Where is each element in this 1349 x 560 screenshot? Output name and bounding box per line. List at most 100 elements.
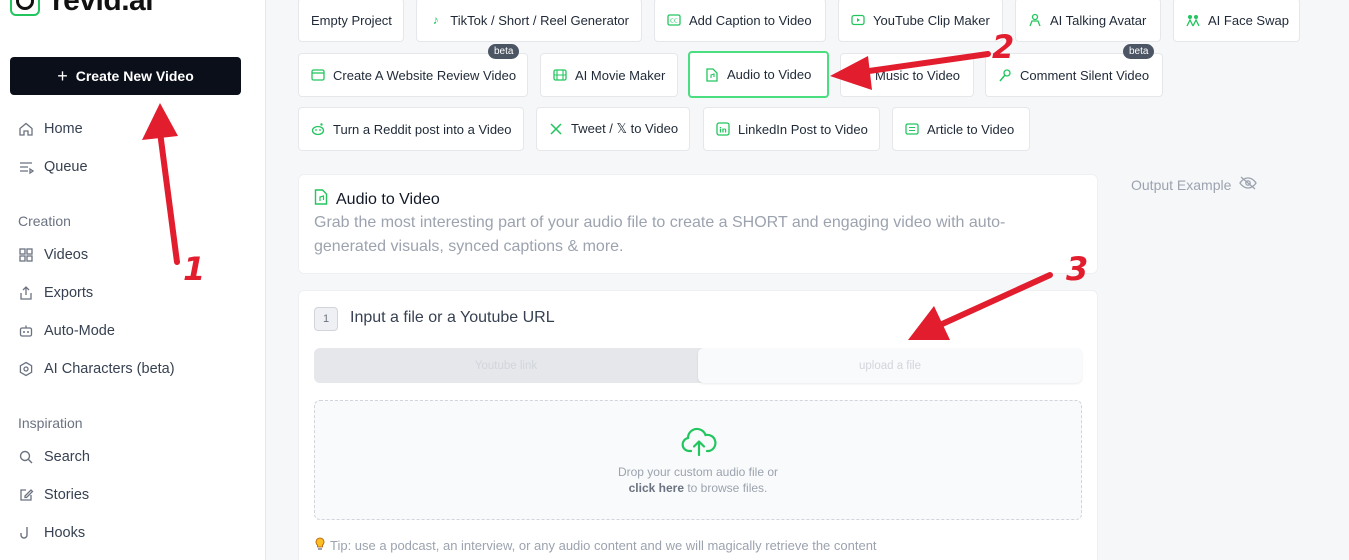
sidebar-item-label: Home: [44, 121, 83, 137]
annotation-number-1: 1: [183, 250, 206, 288]
template-ai-movie-maker[interactable]: AI Movie Maker: [540, 53, 678, 97]
sidebar-item-auto-mode[interactable]: Auto-Mode: [18, 319, 115, 343]
sidebar-item-label: Videos: [44, 247, 89, 263]
click-here-link[interactable]: click here: [629, 481, 684, 495]
template-label: Empty Project: [311, 12, 392, 28]
share-icon: [18, 285, 34, 301]
lightbulb-icon: [314, 537, 326, 554]
step-title-text: Input a file or a Youtube URL: [350, 309, 555, 326]
template-website-review[interactable]: Create A Website Review Video: [298, 53, 528, 97]
audio-file-icon: [314, 189, 328, 210]
template-audio-to-video[interactable]: Audio to Video: [688, 51, 829, 98]
caption-icon: CC: [667, 13, 681, 27]
tiktok-icon: ♪: [432, 13, 439, 27]
mic-icon: [998, 68, 1012, 82]
tab-upload-file[interactable]: upload a file: [698, 348, 1082, 383]
home-icon: [18, 121, 34, 137]
logo-text: revid.ai: [52, 0, 154, 17]
template-label: AI Movie Maker: [575, 67, 666, 83]
template-label: TikTok / Short / Reel Generator: [450, 12, 629, 28]
template-tweet-to-video[interactable]: Tweet / 𝕏 to Video: [536, 107, 690, 151]
template-linkedin-post[interactable]: in LinkedIn Post to Video: [703, 107, 880, 151]
drop-instructions-line2: click here to browse files.: [315, 481, 1081, 495]
file-dropzone[interactable]: Drop your custom audio file or click her…: [314, 400, 1082, 520]
queue-icon: [18, 159, 34, 175]
template-label: Comment Silent Video: [1020, 67, 1150, 83]
sidebar-item-home[interactable]: Home: [18, 117, 83, 141]
template-label: Add Caption to Video: [689, 12, 812, 28]
edit-icon: [18, 487, 34, 503]
sidebar-item-videos[interactable]: Videos: [18, 243, 88, 267]
sidebar-item-hooks[interactable]: Hooks: [18, 521, 85, 545]
sidebar-item-label: AI Characters (beta): [44, 361, 175, 377]
source-toggle: Youtube link upload a file: [314, 348, 1082, 383]
monitor-icon: [311, 68, 325, 82]
template-reddit-post[interactable]: Turn a Reddit post into a Video: [298, 107, 524, 151]
plus-icon: +: [57, 66, 68, 86]
template-add-caption[interactable]: CC Add Caption to Video: [654, 0, 826, 42]
annotation-number-3: 3: [1066, 250, 1089, 288]
sidebar-item-search[interactable]: Search: [18, 445, 90, 469]
page-description: Grab the most interesting part of your a…: [314, 214, 1006, 255]
sidebar-item-label: Search: [44, 449, 90, 465]
sidebar-item-label: Stories: [44, 487, 90, 503]
template-label: AI Face Swap: [1208, 12, 1289, 28]
drop-instructions: Drop your custom audio file or: [617, 465, 779, 479]
sidebar-item-stories[interactable]: Stories: [18, 483, 89, 507]
step-title: Input a file or a Youtube URL: [350, 309, 555, 327]
section-title-creation: Creation: [18, 213, 71, 229]
face-swap-icon: [1186, 13, 1200, 27]
reddit-icon: [311, 122, 325, 136]
template-label: Create A Website Review Video: [333, 67, 517, 83]
logo[interactable]: revid.ai: [10, 0, 154, 18]
article-icon: [905, 122, 919, 136]
template-music-to-video[interactable]: Music to Video: [840, 53, 974, 97]
output-example-label: Output Example: [1131, 176, 1232, 193]
create-new-video-button[interactable]: + Create New Video: [10, 57, 241, 95]
drop-instructions-rest: to browse files.: [684, 481, 768, 495]
tab-youtube-link[interactable]: Youtube link: [314, 348, 698, 383]
cog-icon: [18, 361, 34, 377]
template-label: LinkedIn Post to Video: [738, 121, 868, 137]
linkedin-icon: in: [716, 122, 730, 136]
svg-text:CC: CC: [670, 19, 678, 25]
sidebar-item-label: Hooks: [44, 525, 86, 541]
youtube-icon: [851, 13, 865, 27]
tip-label: Tip: use a podcast, an interview, or any…: [330, 538, 877, 553]
audio-file-icon: [705, 67, 719, 82]
create-new-video-label: Create New Video: [75, 68, 194, 84]
upload-cloud-icon: [681, 427, 717, 462]
logo-icon: [10, 0, 40, 16]
sidebar-item-queue[interactable]: Queue: [18, 155, 88, 179]
beta-badge: beta: [488, 44, 520, 59]
tip-text: Tip: use a podcast, an interview, or any…: [314, 537, 877, 554]
output-example[interactable]: Output Example: [1131, 176, 1258, 193]
template-article-to-video[interactable]: Article to Video: [892, 107, 1030, 151]
film-icon: [553, 68, 567, 82]
svg-text:in: in: [719, 127, 726, 135]
page-title-text: Audio to Video: [336, 190, 440, 208]
x-icon: [549, 122, 563, 136]
template-empty-project[interactable]: Empty Project: [298, 0, 404, 42]
template-label: AI Talking Avatar: [1050, 12, 1147, 28]
sidebar-item-label: Exports: [44, 285, 94, 301]
page-title: Audio to Video: [314, 189, 440, 210]
template-label: YouTube Clip Maker: [873, 12, 990, 28]
template-youtube-clip-maker[interactable]: YouTube Clip Maker: [838, 0, 1003, 42]
avatar-icon: [1028, 13, 1042, 27]
template-label: Tweet / 𝕏 to Video: [571, 121, 679, 136]
annotation-number-2: 2: [992, 28, 1015, 66]
hook-icon: [18, 525, 34, 541]
sidebar-item-ai-characters[interactable]: AI Characters (beta): [18, 357, 175, 381]
template-ai-talking-avatar[interactable]: AI Talking Avatar: [1015, 0, 1161, 42]
template-label: Turn a Reddit post into a Video: [333, 121, 512, 137]
template-tiktok-generator[interactable]: ♪ TikTok / Short / Reel Generator: [416, 0, 642, 42]
grid-icon: [18, 247, 34, 263]
beta-badge: beta: [1123, 44, 1155, 59]
eye-off-icon: [1239, 176, 1258, 193]
search-icon: [18, 449, 34, 465]
sidebar-item-label: Queue: [44, 159, 88, 175]
sidebar: revid.ai + Create New Video Home Queue C…: [0, 0, 266, 560]
sidebar-item-exports[interactable]: Exports: [18, 281, 93, 305]
template-ai-face-swap[interactable]: AI Face Swap: [1173, 0, 1300, 42]
